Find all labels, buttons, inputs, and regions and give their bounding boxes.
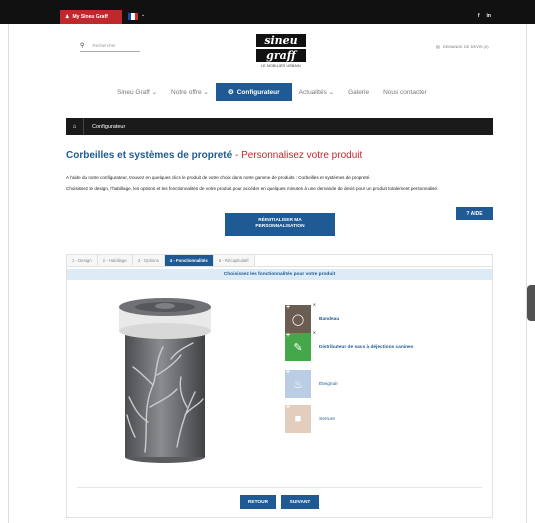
tab-options[interactable]: 3 - Options [132,255,165,266]
feature-distributeur-sacs[interactable]: + ✕ ✎ Distributeur de sacs à déjections ca… [285,330,475,361]
step-subheading: Choisissez les fonctionnalités pour votr… [67,269,492,280]
logo-tagline: LE MOBILIER URBAIN [261,64,301,68]
feature-bandeau[interactable]: + ✕ ◯ Bandeau [285,302,475,333]
next-button[interactable]: SUIVANT [281,495,319,509]
nav-item-configurateur-label: Configurateur [236,88,280,96]
page-title-main: Corbeilles et systèmes de propreté [66,150,233,161]
step-navigation: RETOUR SUIVANT [240,495,319,509]
configurator-panel: 1 - Design 2 - Habillage 3 - Options 4 -… [66,254,493,518]
chevron-down-icon[interactable]: ⌄ [141,12,145,18]
nav-item-nous-contacter[interactable]: Nous contacter [376,83,434,101]
intro-text: A l'aide du notre configurateur, trouvez… [66,174,494,196]
social-links: f in [478,13,491,19]
tab-habillage[interactable]: 2 - Habillage [97,255,133,266]
feature-label: Serrure [319,416,335,422]
remove-icon[interactable]: ✕ [313,302,316,307]
quote-request-label: DEMANDE DE DEVIS (0) [442,44,489,49]
my-account-label: My Sineu Graff [72,14,108,20]
linkedin-icon[interactable]: in [487,13,491,19]
language-flag-icon[interactable] [128,13,138,20]
tab-fonctionnalites[interactable]: 4 - Fonctionnalités [164,255,214,266]
nav-item-sineu-graff[interactable]: Sineu Graff ⌄ [110,83,164,101]
document-icon: ▤ [436,44,440,49]
feature-label: Éteignoir [319,381,338,387]
quote-request-link[interactable]: ▤ DEMANDE DE DEVIS (0) [436,44,489,49]
search-input[interactable]: ⚲ Rechercher [80,40,140,52]
feature-eteignoir[interactable]: + ♨ Éteignoir [285,369,475,398]
dog-bag-dispenser-icon[interactable]: + ✕ ✎ [285,330,316,361]
logo-line-2: graff [256,49,306,62]
breadcrumb-current: Configurateur [92,123,126,130]
logo-line-1: sineu [256,34,306,47]
help-button[interactable]: ? AIDE [456,207,493,220]
bandeau-icon[interactable]: + ✕ ◯ [285,302,316,333]
user-icon: ♟ [65,14,70,20]
tab-recapitulatif[interactable]: 5 - Récapitulatif [213,255,255,266]
side-scroll-tab[interactable] [527,285,535,321]
nav-item-notre-offre[interactable]: Notre offre ⌄ [164,83,216,101]
my-account-button[interactable]: ♟ My Sineu Graff [60,10,122,24]
main-nav: Sineu Graff ⌄ Notre offre ⌄ ⚙ Configurat… [110,83,434,101]
reset-label-line-2: PERSONNALISATION [255,224,305,229]
gear-icon: ⚙ [227,89,234,96]
configurator-tabs: 1 - Design 2 - Habillage 3 - Options 4 -… [67,255,492,267]
page-title-sub: - Personnalisez votre produit [232,150,363,161]
nav-item-galerie[interactable]: Galerie [341,83,376,101]
lock-icon[interactable]: + ■ [285,404,311,433]
reset-configuration-button[interactable]: RÉINITIALISER MA PERSONNALISATION [225,213,335,236]
breadcrumb: ⌂ Configurateur [66,118,493,135]
intro-paragraph-2: Choisissez le design, l'habillage, les o… [66,186,439,191]
facebook-icon[interactable]: f [478,13,480,19]
feature-label: Bandeau [319,316,340,322]
page-title: Corbeilles et systèmes de propreté - Per… [66,150,362,161]
nav-item-actualites[interactable]: Actualités ⌄ [292,83,341,101]
ashtray-icon[interactable]: + ♨ [285,369,311,398]
back-button[interactable]: RETOUR [240,495,276,509]
home-icon[interactable]: ⌂ [66,118,84,135]
divider [77,487,482,488]
search-placeholder: Rechercher [92,43,116,48]
top-bar: ♟ My Sineu Graff ⌄ f in [0,0,535,24]
remove-icon[interactable]: ✕ [313,330,316,335]
search-icon[interactable]: ⚲ [80,42,84,49]
feature-label: Distributeur de sacs à déjections canine… [319,344,414,350]
tab-design[interactable]: 1 - Design [67,255,98,266]
product-image-litter-bin [119,298,211,463]
feature-serrure[interactable]: + ■ Serrure [285,404,475,433]
nav-item-configurateur[interactable]: ⚙ Configurateur [215,83,292,101]
intro-paragraph-1: A l'aide du notre configurateur, trouvez… [66,175,371,180]
logo[interactable]: sineu graff LE MOBILIER URBAIN [256,34,306,68]
